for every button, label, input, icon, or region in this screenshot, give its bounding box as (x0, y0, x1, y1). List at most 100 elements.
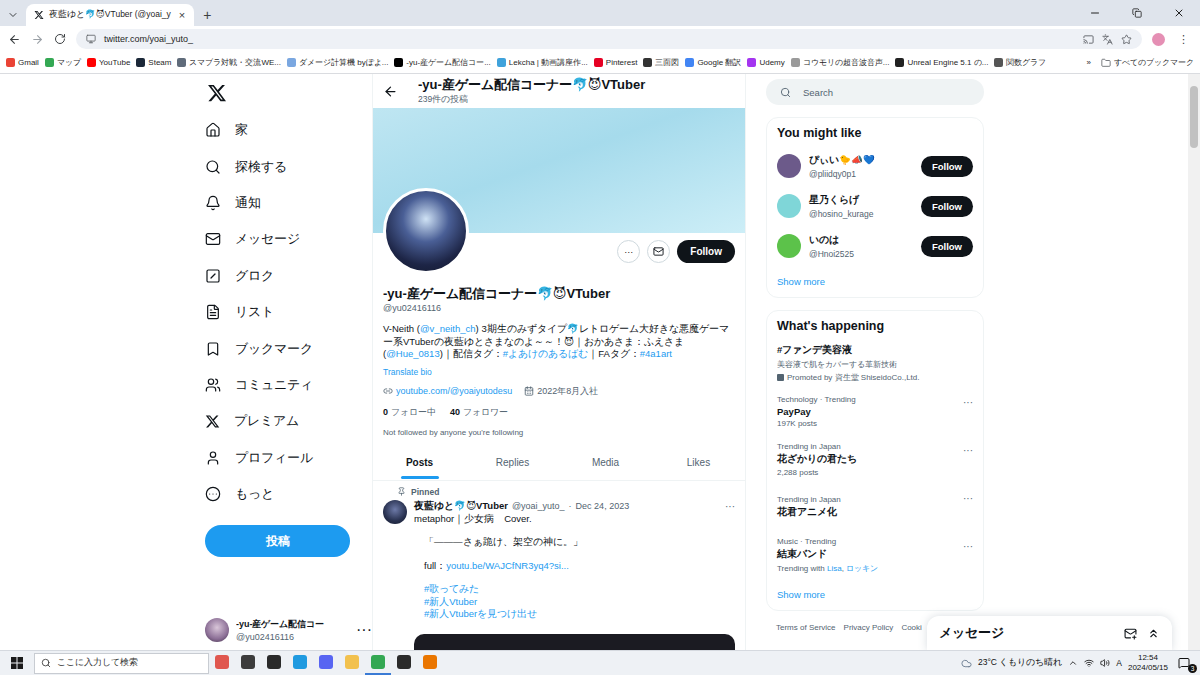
footer-link[interactable]: Terms of Service (776, 623, 836, 632)
close-button[interactable] (1158, 0, 1200, 26)
post-button[interactable]: 投稿 (205, 525, 350, 557)
bookmark[interactable]: ダメージ計算機 byぽよ... (287, 57, 388, 68)
back-arrow-icon[interactable] (383, 84, 398, 99)
link-text[interactable]: #4a1art (640, 348, 672, 359)
star-icon[interactable] (1121, 34, 1132, 45)
bookmark[interactable]: YouTube (87, 58, 130, 67)
volume-icon[interactable] (1100, 658, 1110, 668)
suggested-user[interactable]: 星乃くらげ@hosino_kurageFollow (777, 186, 973, 226)
bookmark[interactable]: Unreal Engine 5.1 の... (895, 57, 988, 68)
trend-more[interactable]: ··· (963, 541, 973, 552)
x-logo[interactable] (205, 74, 372, 112)
back-icon[interactable] (8, 33, 21, 46)
follow-button[interactable]: Follow (921, 156, 973, 177)
bookmark[interactable]: Gmail (6, 58, 39, 67)
profile-tab[interactable]: Posts (373, 449, 466, 480)
pinned-post[interactable]: Pinned夜藍ゆと🐬😈VTuber@yoai_yuto_·Dec 24, 20… (373, 481, 745, 651)
bookmark[interactable]: Lekcha | 動画講座作... (497, 57, 588, 68)
more-button[interactable]: ··· (617, 240, 640, 263)
nav-item[interactable]: 通知 (205, 185, 372, 221)
nav-item[interactable]: ブックマーク (205, 330, 372, 366)
taskbar-app[interactable] (209, 651, 235, 675)
minimize-button[interactable] (1074, 0, 1116, 26)
link-text[interactable]: #新人Vtuberを見つけ出せ (414, 608, 537, 619)
promoted-trend[interactable]: #ファンデ美容液美容液で肌をカバーする革新技術Promoted by 資生堂 S… (777, 339, 973, 387)
search-field[interactable]: Search (766, 79, 984, 105)
bookmark[interactable]: Pinterest (594, 58, 638, 67)
windows-start-icon[interactable] (11, 657, 23, 669)
bookmark[interactable]: 三面図 (643, 57, 679, 68)
bookmarks-overflow[interactable]: » (1087, 58, 1091, 67)
link-text[interactable]: #よあけのあるばむ (503, 348, 588, 359)
taskbar-app[interactable] (261, 651, 287, 675)
link-text[interactable]: ロッキン (846, 564, 878, 573)
trend-item[interactable]: Music · Trending結束バンドTrending with Lisa,… (777, 531, 973, 579)
link-text[interactable]: youtu.be/WAJCfNR3yq4?si... (446, 560, 569, 571)
profile-avatar-icon[interactable] (1152, 33, 1165, 46)
trend-item[interactable]: Technology · TrendingPayPay197K posts··· (777, 387, 973, 435)
link-text[interactable]: #新人Vtuber (414, 596, 477, 607)
bookmark[interactable]: -yu-産ゲーム配信コー... (394, 57, 490, 68)
translate-bio[interactable]: Translate bio (383, 367, 735, 377)
menu-glyph[interactable]: ⋮ (1175, 34, 1192, 45)
account-more[interactable]: ··· (356, 621, 372, 639)
bookmark[interactable]: 関数グラフ (994, 57, 1046, 68)
nav-item[interactable]: プロフィール (205, 440, 372, 476)
profile-tab[interactable]: Replies (466, 449, 559, 480)
cast-icon[interactable] (1083, 34, 1094, 45)
bookmark[interactable]: Udemy (747, 58, 784, 67)
trend-more[interactable]: ··· (963, 493, 973, 504)
link-text[interactable]: Lisa (827, 564, 842, 573)
taskbar-search[interactable]: ここに入力して検索 (34, 653, 209, 674)
reload-icon[interactable] (54, 33, 66, 45)
bookmark[interactable]: Google 翻訳 (685, 57, 741, 68)
taskbar-app[interactable] (391, 651, 417, 675)
nav-item[interactable]: グロク (205, 258, 372, 294)
account-switcher[interactable]: -yu-産ゲーム配信コー@yu02416116··· (205, 618, 372, 642)
forward-icon[interactable] (31, 33, 44, 46)
profile-tab[interactable]: Likes (652, 449, 745, 480)
follow-button[interactable]: Follow (677, 240, 735, 263)
trend-more[interactable]: ··· (963, 397, 973, 408)
network-icon[interactable] (1084, 658, 1094, 668)
following-count[interactable]: 0フォロー中 (383, 406, 436, 419)
all-bookmarks[interactable]: すべてのブックマーク (1101, 57, 1194, 68)
trend-more[interactable]: ··· (963, 445, 973, 456)
nav-item[interactable]: 家 (205, 112, 372, 148)
restore-button[interactable] (1116, 0, 1158, 26)
nav-item[interactable]: コミュニティ (205, 367, 372, 403)
clock[interactable]: 12:542024/05/15 (1128, 653, 1168, 673)
trend-item[interactable]: Trending in Japan花ざかりの君たち2,288 posts··· (777, 435, 973, 483)
bookmark[interactable]: コウモリの超音波音声... (791, 57, 890, 68)
footer-link[interactable]: Privacy Policy (844, 623, 894, 632)
messages-drawer[interactable]: メッセージ (927, 616, 1172, 650)
translate-icon[interactable] (1102, 34, 1113, 45)
suggested-user[interactable]: ぴぃい🐤📣💙@pliidqy0p1Follow (777, 146, 973, 186)
nav-item[interactable]: プレミアム (205, 403, 372, 439)
taskbar-app[interactable] (235, 651, 261, 675)
bookmark[interactable]: マップ (45, 57, 81, 68)
taskbar-app[interactable] (313, 651, 339, 675)
bookmark[interactable]: Steam (136, 58, 171, 67)
followers-count[interactable]: 40フォロワー (450, 406, 508, 419)
show-more[interactable]: Show more (777, 266, 973, 287)
link-text[interactable]: #歌ってみた (414, 583, 479, 594)
new-tab-button[interactable]: + (198, 4, 216, 26)
link-text[interactable]: @Hue_0813 (386, 348, 440, 359)
new-message-icon[interactable] (1124, 627, 1137, 640)
profile-link[interactable]: youtube.com/@yoaiyutodesu (383, 386, 512, 396)
profile-tab[interactable]: Media (559, 449, 652, 480)
trend-item[interactable]: Trending in Japan花君アニメ化··· (777, 483, 973, 531)
nav-item[interactable]: もっと (205, 476, 372, 512)
taskbar-app[interactable] (339, 651, 365, 675)
notification-center[interactable]: 3 (1174, 653, 1194, 673)
profile-avatar[interactable] (383, 188, 469, 274)
expand-icon[interactable] (1147, 627, 1160, 640)
taskbar-app[interactable] (365, 651, 391, 675)
start-button[interactable] (0, 657, 34, 669)
suggested-user[interactable]: いのは@Hnoi2525Follow (777, 226, 973, 266)
follow-button[interactable]: Follow (921, 196, 973, 217)
post-more[interactable]: ··· (725, 501, 735, 512)
taskbar-app[interactable] (287, 651, 313, 675)
nav-item[interactable]: メッセージ (205, 221, 372, 257)
